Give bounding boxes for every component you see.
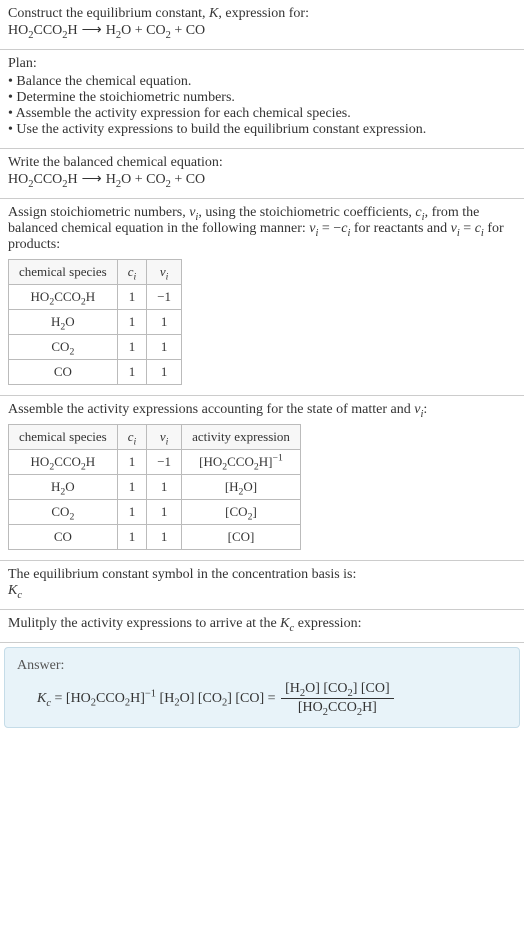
col-ci: ci bbox=[117, 425, 147, 450]
fraction-numerator: [H2O] [CO2] [CO] bbox=[281, 680, 394, 699]
cell-ci: 1 bbox=[117, 335, 147, 360]
cell-species: CO2 bbox=[9, 335, 118, 360]
stoich-section: Assign stoichiometric numbers, νi, using… bbox=[0, 199, 524, 396]
symbol-section: The equilibrium constant symbol in the c… bbox=[0, 561, 524, 610]
multiply-intro: Mulitply the activity expressions to arr… bbox=[8, 616, 516, 632]
cell-ci: 1 bbox=[117, 310, 147, 335]
stoich-intro: Assign stoichiometric numbers, νi, using… bbox=[8, 205, 516, 253]
cell-nui: 1 bbox=[147, 335, 182, 360]
cell-species: HO2CCO2H bbox=[9, 450, 118, 475]
cell-ci: 1 bbox=[117, 475, 147, 500]
cell-nui: 1 bbox=[147, 475, 182, 500]
plan-list: Balance the chemical equation. Determine… bbox=[8, 74, 516, 138]
table-row: H2O 1 1 bbox=[9, 310, 182, 335]
col-species: chemical species bbox=[9, 260, 118, 285]
cell-ci: 1 bbox=[117, 450, 147, 475]
cell-species: CO2 bbox=[9, 500, 118, 525]
balanced-section: Write the balanced chemical equation: HO… bbox=[0, 149, 524, 199]
multiply-section: Mulitply the activity expressions to arr… bbox=[0, 610, 524, 643]
plan-item: Determine the stoichiometric numbers. bbox=[8, 90, 516, 106]
balanced-title: Write the balanced chemical equation: bbox=[8, 155, 516, 171]
table-row: HO2CCO2H 1 −1 bbox=[9, 285, 182, 310]
cell-ci: 1 bbox=[117, 525, 147, 550]
cell-nui: −1 bbox=[147, 450, 182, 475]
prompt-section: Construct the equilibrium constant, K, e… bbox=[0, 0, 524, 50]
col-nui: νi bbox=[147, 425, 182, 450]
reaction-equation: HO2CCO2H⟶H2O + CO2 + CO bbox=[8, 22, 516, 39]
col-activity: activity expression bbox=[182, 425, 301, 450]
cell-activity: [H2O] bbox=[182, 475, 301, 500]
table-row: CO2 1 1 bbox=[9, 335, 182, 360]
cell-nui: 1 bbox=[147, 310, 182, 335]
stoich-table: chemical species ci νi HO2CCO2H 1 −1 H2O… bbox=[8, 259, 182, 385]
table-row: HO2CCO2H 1 −1 [HO2CCO2H]−1 bbox=[9, 450, 301, 475]
cell-ci: 1 bbox=[117, 360, 147, 385]
table-header-row: chemical species ci νi bbox=[9, 260, 182, 285]
plan-section: Plan: Balance the chemical equation. Det… bbox=[0, 50, 524, 149]
cell-species: CO bbox=[9, 360, 118, 385]
cell-species: CO bbox=[9, 525, 118, 550]
cell-nui: 1 bbox=[147, 525, 182, 550]
symbol-intro: The equilibrium constant symbol in the c… bbox=[8, 567, 516, 583]
table-row: CO2 1 1 [CO2] bbox=[9, 500, 301, 525]
col-species: chemical species bbox=[9, 425, 118, 450]
prompt-line: Construct the equilibrium constant, K, e… bbox=[8, 6, 516, 22]
col-nui: νi bbox=[147, 260, 182, 285]
cell-nui: 1 bbox=[147, 500, 182, 525]
activity-section: Assemble the activity expressions accoun… bbox=[0, 396, 524, 561]
plan-item: Balance the chemical equation. bbox=[8, 74, 516, 90]
cell-species: H2O bbox=[9, 475, 118, 500]
cell-species: HO2CCO2H bbox=[9, 285, 118, 310]
balanced-equation: HO2CCO2H⟶H2O + CO2 + CO bbox=[8, 171, 516, 188]
cell-ci: 1 bbox=[117, 500, 147, 525]
table-row: CO 1 1 bbox=[9, 360, 182, 385]
answer-box: Answer: Kc = [HO2CCO2H]−1 [H2O] [CO2] [C… bbox=[4, 647, 520, 728]
cell-ci: 1 bbox=[117, 285, 147, 310]
cell-activity: [CO2] bbox=[182, 500, 301, 525]
cell-nui: −1 bbox=[147, 285, 182, 310]
answer-label: Answer: bbox=[17, 658, 507, 674]
kc-symbol: Kc bbox=[8, 583, 516, 599]
plan-title: Plan: bbox=[8, 56, 516, 72]
cell-nui: 1 bbox=[147, 360, 182, 385]
table-row: H2O 1 1 [H2O] bbox=[9, 475, 301, 500]
table-header-row: chemical species ci νi activity expressi… bbox=[9, 425, 301, 450]
activity-table: chemical species ci νi activity expressi… bbox=[8, 424, 301, 550]
fraction-denominator: [HO2CCO2H] bbox=[281, 699, 394, 717]
plan-item: Assemble the activity expression for eac… bbox=[8, 106, 516, 122]
cell-activity: [HO2CCO2H]−1 bbox=[182, 450, 301, 475]
fraction: [H2O] [CO2] [CO] [HO2CCO2H] bbox=[281, 680, 394, 717]
table-row: CO 1 1 [CO] bbox=[9, 525, 301, 550]
col-ci: ci bbox=[117, 260, 147, 285]
answer-expression: Kc = [HO2CCO2H]−1 [H2O] [CO2] [CO] = [H2… bbox=[17, 680, 507, 717]
activity-intro: Assemble the activity expressions accoun… bbox=[8, 402, 516, 418]
cell-activity: [CO] bbox=[182, 525, 301, 550]
plan-item: Use the activity expressions to build th… bbox=[8, 122, 516, 138]
cell-species: H2O bbox=[9, 310, 118, 335]
